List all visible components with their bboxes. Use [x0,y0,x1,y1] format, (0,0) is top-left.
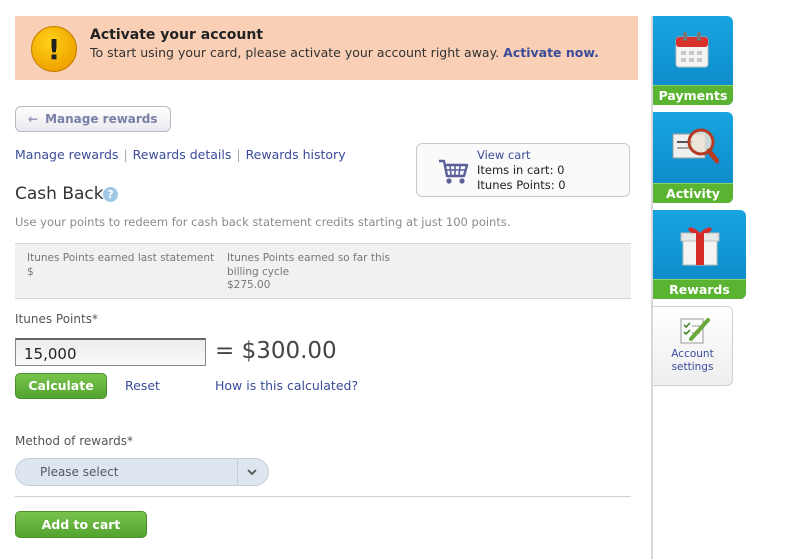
checklist-pencil-icon [680,318,710,344]
section-divider [15,496,631,497]
points-summary: Itunes Points earned last statement $ It… [15,243,631,299]
sidebar-tab-rewards[interactable]: Rewards [653,210,746,299]
page-description: Use your points to redeem for cash back … [15,215,511,229]
cart-summary: View cart Items in cart: 0 Itunes Points… [477,148,566,193]
subnav-rewards-details[interactable]: Rewards details [133,147,232,162]
sidebar-tab-settings-label: Account settings [653,348,732,374]
help-icon[interactable]: ? [103,187,118,202]
manage-rewards-button[interactable]: ← Manage rewards [15,106,171,132]
how-calculated-link[interactable]: How is this calculated? [215,378,358,393]
add-to-cart-button[interactable]: Add to cart [15,511,147,538]
arrow-left-icon: ← [28,112,39,126]
page-title: Cash Back [15,184,104,204]
last-statement-value: $ [27,265,34,278]
subnav-rewards-history[interactable]: Rewards history [246,147,346,162]
cart-items-count: Items in cart: 0 [477,163,565,177]
cart-points: Itunes Points: 0 [477,178,566,192]
sidebar-tab-rewards-label: Rewards [653,279,746,299]
gift-icon [680,227,720,266]
alert-text: To start using your card, please activat… [90,45,599,60]
sidebar-tab-activity[interactable]: Activity [653,112,733,203]
cash-value: = $300.00 [215,338,337,364]
rewards-subnav: Manage rewards | Rewards details | Rewards h… [15,147,346,162]
warning-icon: ! [31,26,77,72]
magnifier-receipt-icon [672,128,719,164]
points-field-label: Itunes Points* [15,312,98,326]
alert-title: Activate your account [90,27,264,43]
current-cycle-points: Itunes Points earned so far this billing… [227,252,417,293]
method-field-label: Method of rewards* [15,434,134,448]
method-select-value: Please select [40,465,119,479]
manage-rewards-button-label: Manage rewards [45,112,158,126]
current-cycle-value: $275.00 [227,279,271,291]
settings-label-line2: settings [671,361,714,373]
shopping-cart-icon [439,159,469,184]
activate-now-link[interactable]: Activate now. [503,45,599,60]
calendar-icon [675,32,709,68]
subnav-manage-rewards[interactable]: Manage rewards [15,147,118,162]
last-statement-label: Itunes Points earned last statement [27,252,215,264]
select-divider [237,459,238,485]
sidebar-tab-account-settings[interactable]: Account settings [653,306,733,386]
method-select[interactable]: Please select [15,458,269,486]
calculate-button[interactable]: Calculate [15,373,107,399]
activation-alert: ! Activate your account To start using y… [15,16,638,80]
current-cycle-label: Itunes Points earned so far this billing… [227,252,390,278]
points-input[interactable]: 15,000 [15,338,206,366]
reset-link[interactable]: Reset [125,378,160,393]
view-cart-box[interactable]: View cart Items in cart: 0 Itunes Points… [416,143,630,197]
alert-message: To start using your card, please activat… [90,45,500,60]
last-statement-points: Itunes Points earned last statement $ [27,252,217,279]
sidebar-tab-payments-label: Payments [653,85,733,105]
sidebar-tab-payments[interactable]: Payments [653,16,733,105]
chevron-down-icon [247,469,257,476]
settings-label-line1: Account [671,348,714,360]
view-cart-link[interactable]: View cart [477,148,566,163]
sidebar-tab-activity-label: Activity [653,183,733,203]
